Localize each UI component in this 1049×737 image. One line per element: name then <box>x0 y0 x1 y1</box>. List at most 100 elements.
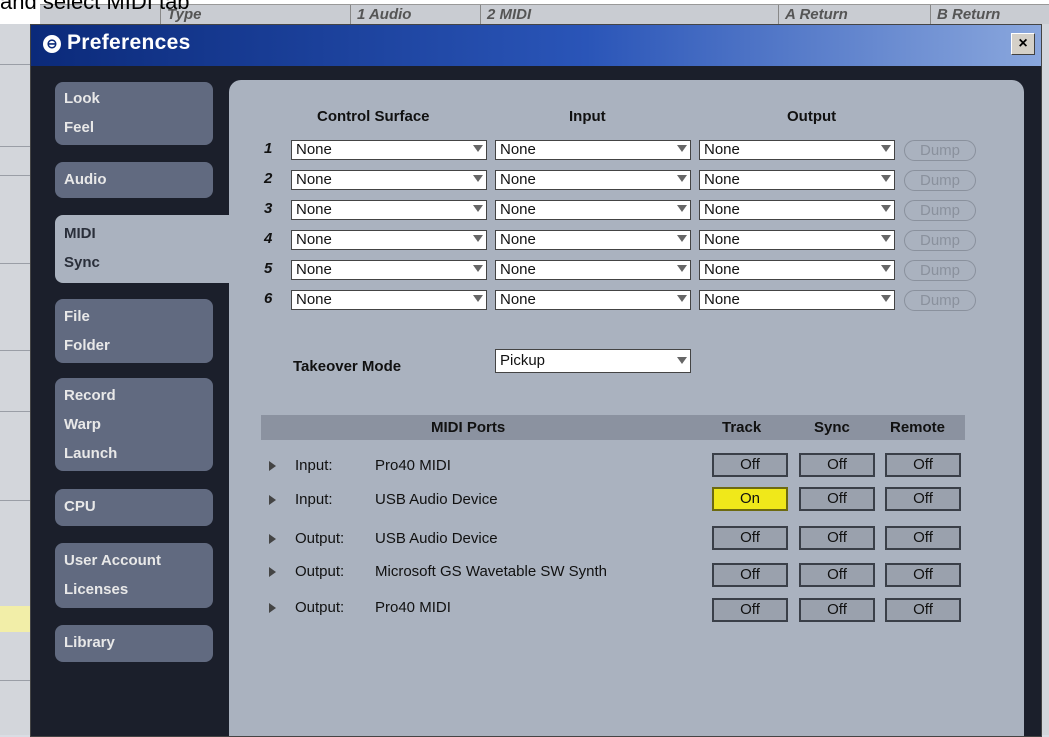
output-dropdown[interactable]: None <box>699 200 895 220</box>
expand-triangle-icon[interactable] <box>269 603 276 613</box>
expand-triangle-icon[interactable] <box>269 495 276 505</box>
port-direction: Input: <box>295 457 333 474</box>
control-surface-dropdown[interactable]: None <box>291 170 487 190</box>
dump-button[interactable]: Dump <box>904 230 976 251</box>
bg-divider <box>0 64 30 65</box>
tab-label: User Account <box>64 552 161 569</box>
dropdown-arrow-icon <box>881 265 891 272</box>
dropdown-value: None <box>296 261 332 278</box>
bg-divider <box>0 146 30 147</box>
tab-label: Look <box>64 90 100 107</box>
input-dropdown[interactable]: None <box>495 200 691 220</box>
output-dropdown[interactable]: None <box>699 230 895 250</box>
row-number: 2 <box>264 170 273 187</box>
sync-toggle[interactable]: Off <box>799 487 875 511</box>
input-dropdown[interactable]: None <box>495 290 691 310</box>
preferences-dialog: ⊖ Preferences × Look Feel Audio MIDI Syn… <box>30 24 1042 737</box>
dropdown-value: None <box>704 141 740 158</box>
tab-audio[interactable]: Audio <box>55 162 213 198</box>
input-dropdown[interactable]: None <box>495 260 691 280</box>
output-dropdown[interactable]: None <box>699 140 895 160</box>
bg-header-a-return: A Return <box>778 5 848 25</box>
bg-divider <box>0 263 30 264</box>
control-surface-dropdown[interactable]: None <box>291 230 487 250</box>
remote-toggle[interactable]: Off <box>885 526 961 550</box>
track-toggle[interactable]: Off <box>712 453 788 477</box>
sync-toggle[interactable]: Off <box>799 598 875 622</box>
app-logo-icon: ⊖ <box>43 35 61 53</box>
port-direction: Output: <box>295 599 345 616</box>
tab-look-feel[interactable]: Look Feel <box>55 82 213 145</box>
track-toggle[interactable]: Off <box>712 526 788 550</box>
tab-label: File <box>64 308 90 325</box>
tab-midi-sync[interactable]: MIDI Sync <box>55 215 245 283</box>
output-dropdown[interactable]: None <box>699 260 895 280</box>
tab-file-folder[interactable]: File Folder <box>55 299 213 363</box>
expand-triangle-icon[interactable] <box>269 534 276 544</box>
track-toggle[interactable]: Off <box>712 598 788 622</box>
tab-cpu[interactable]: CPU <box>55 489 213 526</box>
dropdown-value: None <box>704 171 740 188</box>
instruction-caption: and select MIDI tab <box>0 0 190 14</box>
bg-divider <box>0 680 30 681</box>
output-dropdown[interactable]: None <box>699 170 895 190</box>
control-surface-dropdown[interactable]: None <box>291 140 487 160</box>
dropdown-value: None <box>296 141 332 158</box>
dropdown-arrow-icon <box>881 235 891 242</box>
remote-toggle[interactable]: Off <box>885 487 961 511</box>
input-dropdown[interactable]: None <box>495 230 691 250</box>
input-dropdown[interactable]: None <box>495 140 691 160</box>
dropdown-arrow-icon <box>473 265 483 272</box>
dropdown-value: None <box>296 171 332 188</box>
title-bar[interactable]: ⊖ Preferences × <box>31 25 1041 66</box>
dump-button[interactable]: Dump <box>904 200 976 221</box>
track-toggle[interactable]: On <box>712 487 788 511</box>
sync-toggle[interactable]: Off <box>799 563 875 587</box>
control-surface-dropdown[interactable]: None <box>291 200 487 220</box>
tab-user-account-licenses[interactable]: User Account Licenses <box>55 543 213 608</box>
takeover-mode-dropdown[interactable]: Pickup <box>495 349 691 373</box>
midi-ports-title: MIDI Ports <box>431 419 506 436</box>
control-surface-dropdown[interactable]: None <box>291 290 487 310</box>
dropdown-value: None <box>296 231 332 248</box>
dialog-title: Preferences <box>67 31 191 54</box>
close-button[interactable]: × <box>1011 33 1035 55</box>
tab-library[interactable]: Library <box>55 625 213 662</box>
control-surface-dropdown[interactable]: None <box>291 260 487 280</box>
tab-record-warp-launch[interactable]: Record Warp Launch <box>55 378 213 471</box>
dropdown-value: None <box>704 201 740 218</box>
sync-toggle[interactable]: Off <box>799 526 875 550</box>
background-track-header: Type 1 Audio 2 MIDI A Return B Return <box>40 4 1049 25</box>
remote-toggle[interactable]: Off <box>885 563 961 587</box>
expand-triangle-icon[interactable] <box>269 567 276 577</box>
port-direction: Output: <box>295 530 345 547</box>
port-direction: Output: <box>295 563 345 580</box>
tab-label: Warp <box>64 416 101 433</box>
input-header: Input <box>569 108 606 125</box>
remote-toggle[interactable]: Off <box>885 453 961 477</box>
input-dropdown[interactable]: None <box>495 170 691 190</box>
expand-triangle-icon[interactable] <box>269 461 276 471</box>
takeover-mode-label: Takeover Mode <box>293 358 402 375</box>
tab-label: Sync <box>64 254 100 271</box>
dump-button[interactable]: Dump <box>904 290 976 311</box>
sync-toggle[interactable]: Off <box>799 453 875 477</box>
dropdown-arrow-icon <box>677 295 687 302</box>
dump-button[interactable]: Dump <box>904 140 976 161</box>
track-toggle[interactable]: Off <box>712 563 788 587</box>
tab-label: Audio <box>64 171 107 188</box>
remote-toggle[interactable]: Off <box>885 598 961 622</box>
row-number: 1 <box>264 140 273 157</box>
tab-label: Library <box>64 634 115 651</box>
tab-label: MIDI <box>64 225 96 242</box>
dump-button[interactable]: Dump <box>904 170 976 191</box>
row-number: 5 <box>264 260 273 277</box>
port-name: Microsoft GS Wavetable SW Synth <box>375 563 608 580</box>
bg-header-b-return: B Return <box>930 5 1000 25</box>
dump-button[interactable]: Dump <box>904 260 976 281</box>
row-number: 3 <box>264 200 273 217</box>
dropdown-arrow-icon <box>473 145 483 152</box>
output-dropdown[interactable]: None <box>699 290 895 310</box>
output-header: Output <box>787 108 837 125</box>
tab-label: Launch <box>64 445 118 462</box>
